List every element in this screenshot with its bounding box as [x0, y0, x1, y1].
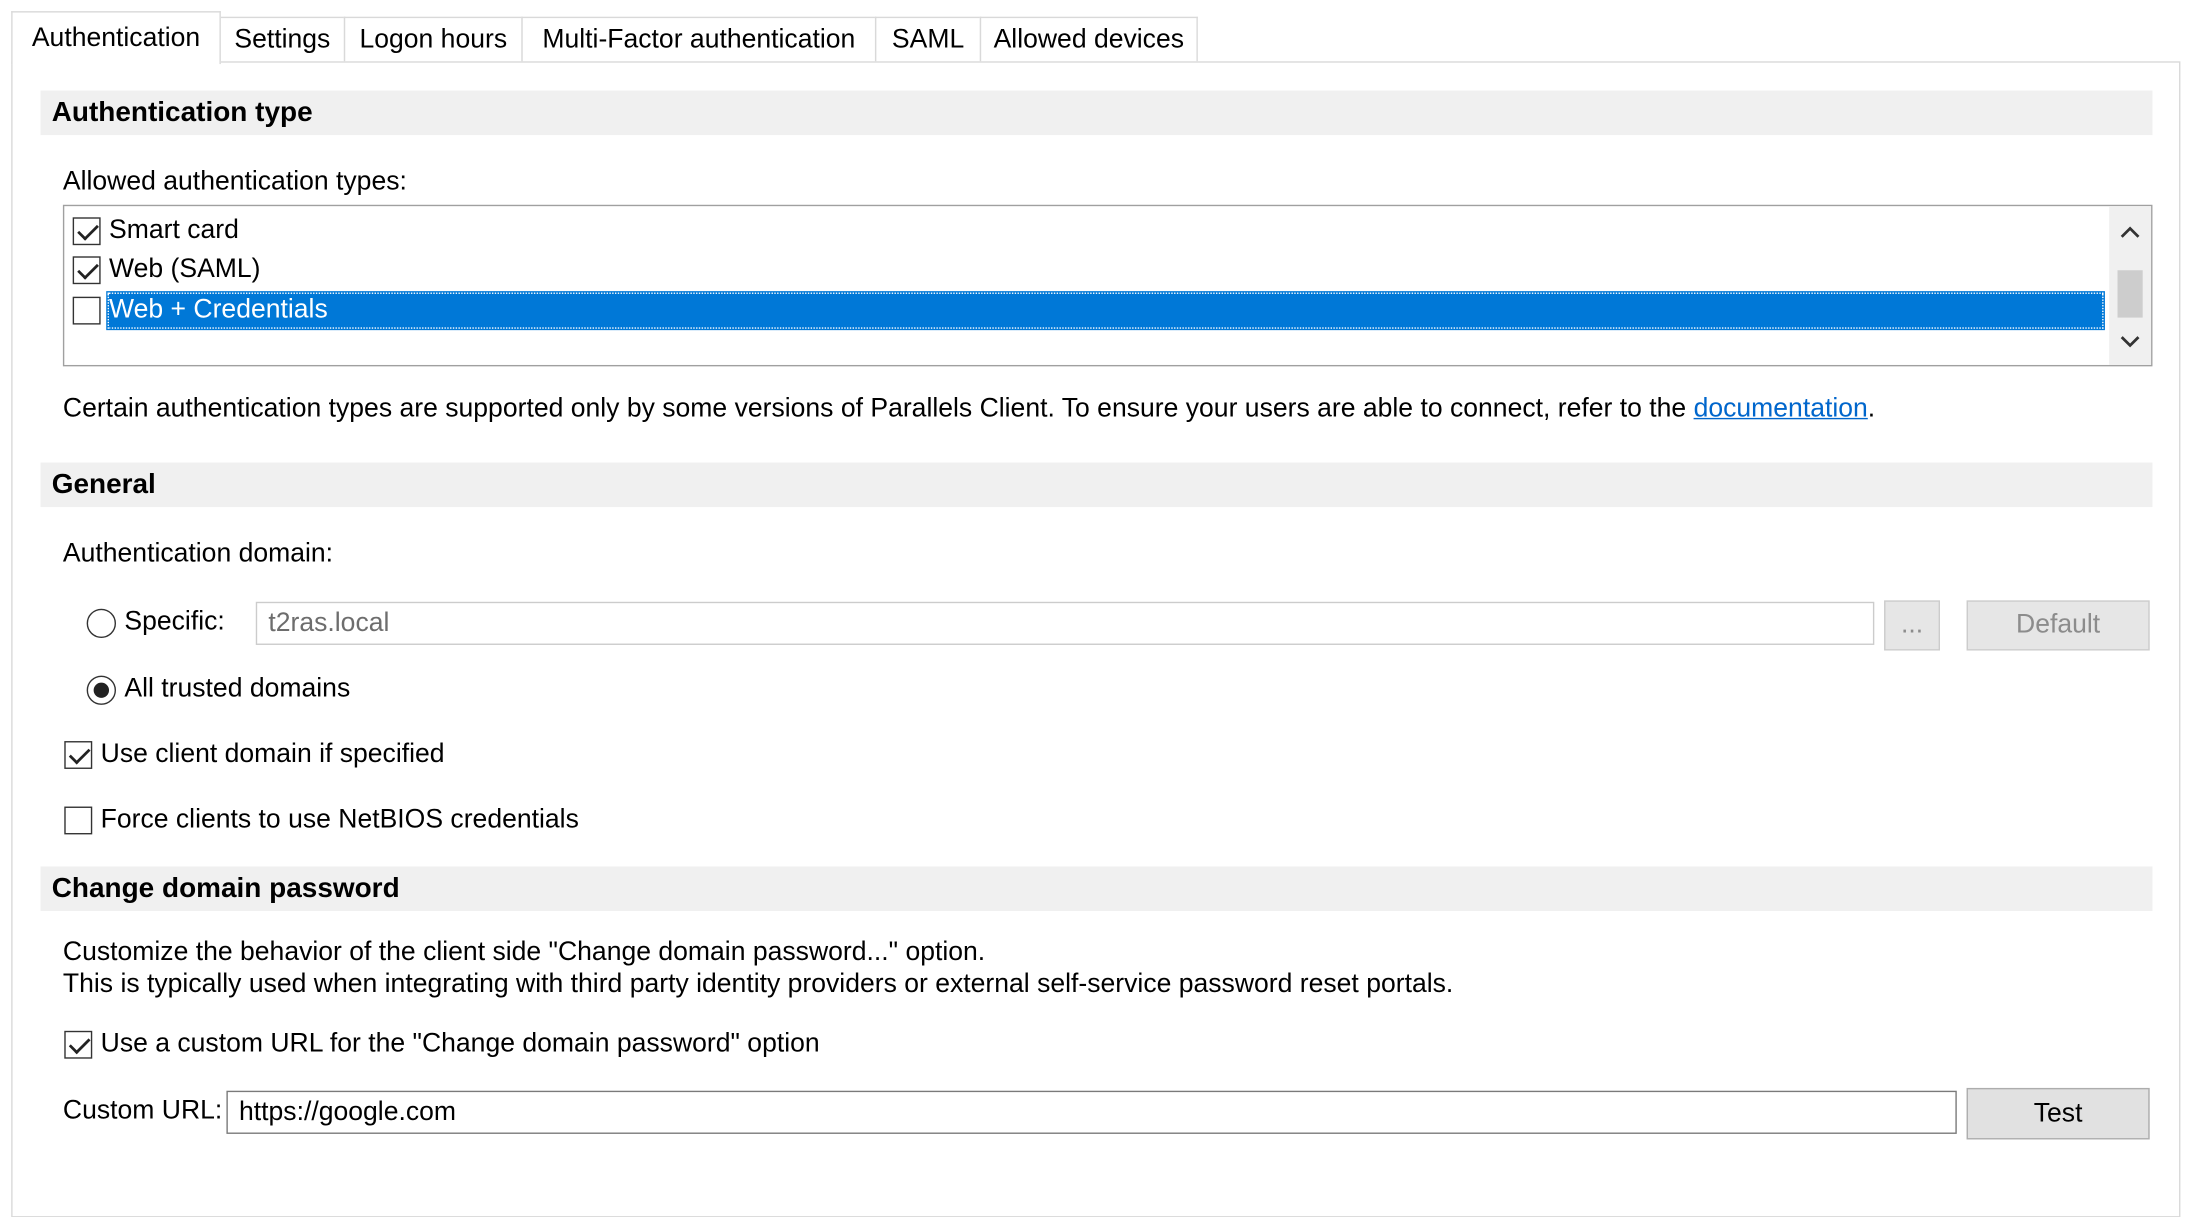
chevron-down-icon	[2120, 336, 2140, 348]
use-client-domain-label: Use client domain if specified	[100, 739, 445, 769]
scroll-thumb[interactable]	[2117, 270, 2143, 318]
tab-label: SAML	[891, 24, 965, 54]
allowed-types-label: Allowed authentication types:	[62, 167, 407, 197]
test-url-button[interactable]: Test	[1966, 1087, 2150, 1140]
change-password-description-line1: Customize the behavior of the client sid…	[62, 937, 986, 967]
use-client-domain-checkbox[interactable]	[64, 741, 93, 769]
tab-label: Multi-Factor authentication	[542, 24, 856, 54]
specific-label: Specific:	[124, 607, 225, 637]
scroll-up-button[interactable]	[2109, 212, 2151, 254]
list-item-label: Web + Credentials	[106, 291, 2105, 331]
tab-label: Authentication	[31, 22, 201, 53]
smart-card-checkbox[interactable]	[72, 217, 101, 246]
force-netbios-checkbox[interactable]	[64, 806, 93, 835]
section-title: General	[51, 468, 156, 500]
tab-label: Allowed devices	[993, 24, 1185, 54]
section-title: Change domain password	[51, 872, 400, 904]
chevron-up-icon	[2120, 226, 2140, 238]
section-header-change-domain-password: Change domain password	[40, 866, 2153, 912]
tab-authentication[interactable]: Authentication	[11, 11, 221, 65]
tab-logon-hours[interactable]: Logon hours	[343, 16, 523, 62]
scroll-down-button[interactable]	[2109, 320, 2151, 362]
custom-url-input[interactable]: https://google.com	[226, 1090, 1957, 1134]
list-item-label: Web (SAML)	[109, 254, 261, 285]
stage: Authentication Settings Logon hours Mult…	[0, 0, 2186, 1217]
tab-multi-factor-authentication[interactable]: Multi-Factor authentication	[521, 16, 877, 62]
default-domain-button[interactable]: Default	[1966, 600, 2150, 651]
documentation-link[interactable]: documentation	[1694, 394, 1868, 423]
custom-url-label: Custom URL:	[62, 1096, 223, 1126]
authentication-domain-label: Authentication domain:	[62, 539, 334, 569]
list-item-web-saml[interactable]: Web (SAML)	[64, 251, 2105, 290]
tab-settings[interactable]: Settings	[219, 16, 346, 62]
section-header-general: General	[40, 462, 2153, 508]
list-item-label: Smart card	[109, 215, 239, 246]
web-saml-checkbox[interactable]	[72, 256, 101, 285]
auth-info-text: Certain authentication types are support…	[63, 394, 1875, 425]
use-custom-url-label: Use a custom URL for the "Change domain …	[100, 1029, 820, 1059]
all-trusted-domains-radio[interactable]	[86, 675, 117, 705]
auth-info-end: .	[1867, 394, 1876, 424]
specific-domain-input[interactable]: t2ras.local	[255, 601, 1875, 645]
all-trusted-domains-label: All trusted domains	[124, 674, 351, 704]
tab-allowed-devices[interactable]: Allowed devices	[979, 16, 1198, 62]
specific-radio[interactable]	[86, 608, 117, 638]
section-header-authentication-type: Authentication type	[40, 90, 2153, 136]
change-password-description-line2: This is typically used when integrating …	[62, 969, 1454, 999]
browse-domain-button[interactable]: ...	[1884, 600, 1941, 651]
auth-info-body: Certain authentication types are support…	[62, 394, 1694, 424]
listbox-scrollbar[interactable]	[2109, 206, 2152, 365]
web-credentials-checkbox[interactable]	[72, 296, 101, 325]
force-netbios-label: Force clients to use NetBIOS credentials	[100, 805, 579, 835]
tab-label: Settings	[234, 24, 331, 54]
tab-saml[interactable]: SAML	[874, 16, 982, 62]
tab-label: Logon hours	[359, 24, 508, 54]
list-item-smart-card[interactable]: Smart card	[64, 212, 2105, 251]
auth-types-listbox[interactable]: Smart card Web (SAML) Web + Credentials	[62, 204, 2153, 367]
use-custom-url-checkbox[interactable]	[64, 1030, 93, 1059]
section-title: Authentication type	[51, 96, 313, 128]
list-item-web-credentials[interactable]: Web + Credentials	[64, 291, 2105, 331]
